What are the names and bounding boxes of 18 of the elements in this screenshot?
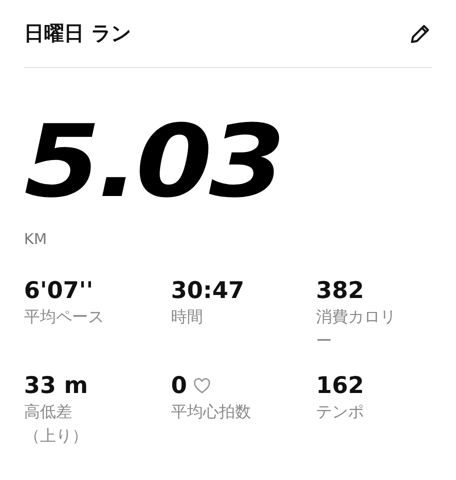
stat-label: 平均心拍数 <box>171 401 251 423</box>
stat-label: ー <box>316 330 332 352</box>
stat-value: 162 <box>316 373 364 400</box>
stat-value: 382 <box>316 278 364 304</box>
stat-value: 6'07'' <box>24 278 94 304</box>
stat-value: 30:47 <box>171 278 244 304</box>
page-title: 日曜日 ラン <box>24 20 131 47</box>
stat-label: 時間 <box>171 306 203 328</box>
stat-label: 平均ペース <box>24 306 104 328</box>
distance-unit: KM <box>24 230 47 248</box>
stat-value: 33 m <box>24 373 88 400</box>
stat-label: テンポ <box>316 401 364 423</box>
stat-label: 高低差 <box>24 401 72 423</box>
stat-value: 0 <box>171 373 188 400</box>
stat-label: （上り） <box>24 424 88 446</box>
heart-icon <box>193 378 212 394</box>
distance-value: 5.03 <box>24 112 282 212</box>
stat-label: 消費カロリ <box>316 306 396 328</box>
